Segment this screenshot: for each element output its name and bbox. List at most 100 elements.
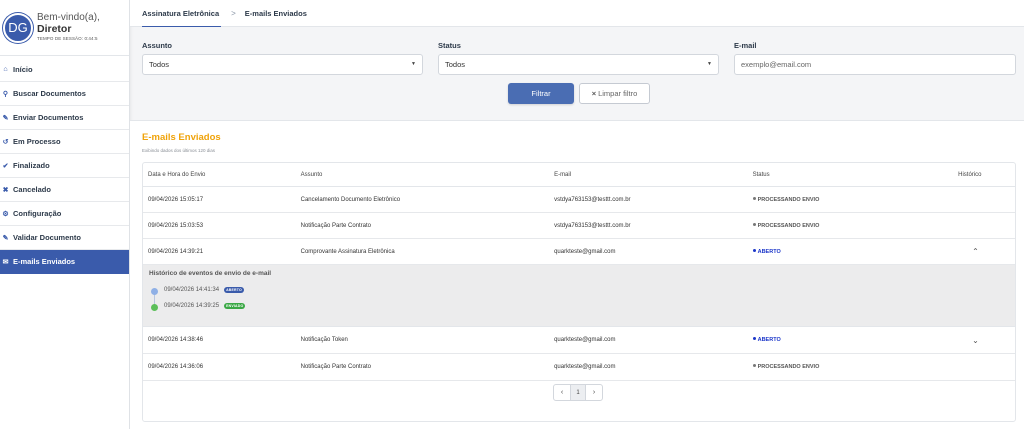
send-document-icon: ✎ — [2, 114, 9, 122]
sidebar-item-label: Cancelado — [13, 185, 51, 194]
status-badge: PROCESSANDO ENVIO — [752, 364, 819, 370]
subject-filter: Assunto Todos ▼ — [142, 41, 423, 75]
history-event-datetime: 09/04/2026 14:39:25 — [164, 303, 220, 309]
sidebar-item-em-processo[interactable]: ↺ Em Processo — [0, 130, 129, 154]
sidebar-item-label: Início — [13, 65, 33, 74]
pagination: ‹ 1 › — [553, 384, 603, 401]
status-badge: ENVIADO — [224, 303, 246, 309]
sidebar: DG Bem-vindo(a), Diretor TEMPO DE SESSÃO… — [0, 0, 130, 429]
sidebar-item-validar-documento[interactable]: ✎ Validar Documento — [0, 226, 129, 250]
sidebar-item-label: Configuração — [13, 209, 62, 218]
sidebar-item-emails-enviados[interactable]: ✉ E-mails Enviados — [0, 250, 129, 274]
validate-document-icon: ✎ — [2, 234, 9, 242]
history-event: 09/04/2026 14:39:25 ENVIADO — [164, 303, 246, 309]
gear-icon: ⚙ — [2, 210, 9, 218]
user-info: Bem-vindo(a), Diretor TEMPO DE SESSÃO: 0… — [37, 13, 100, 41]
table-row[interactable]: 09/04/2026 14:36:06 Notificação Parte Co… — [143, 354, 1015, 381]
cell-datetime: 09/04/2026 15:05:17 — [148, 196, 204, 203]
close-icon: × — [591, 89, 597, 98]
cell-email: quarkteste@gmail.com — [554, 337, 616, 343]
sidebar-item-label: Validar Documento — [13, 233, 81, 242]
page-button-current[interactable]: 1 — [570, 385, 586, 400]
section-title: E-mails Enviados — [142, 132, 221, 143]
cell-subject: Comprovante Assinatura Eletrônica — [300, 248, 395, 255]
home-icon: ⌂ — [3, 66, 8, 73]
sidebar-item-label: Em Processo — [13, 137, 61, 146]
subject-select[interactable]: Todos ▼ — [142, 54, 423, 75]
column-header: Data e Hora do Envio — [148, 171, 206, 178]
column-header: E-mail — [554, 171, 572, 178]
table-row[interactable]: 09/04/2026 14:38:46 Notificação Token qu… — [143, 327, 1015, 354]
sidebar-item-buscar-documentos[interactable]: ⚲ Buscar Documentos — [0, 82, 129, 106]
cell-datetime: 09/04/2026 14:38:46 — [148, 337, 204, 343]
status-badge: PROCESSANDO ENVIO — [752, 197, 819, 203]
status-select-value: Todos — [445, 60, 466, 69]
sidebar-item-configuracao[interactable]: ⚙ Configuração — [0, 202, 129, 226]
history-event: 09/04/2026 14:41:34 ABERTO — [164, 287, 244, 293]
section-subtitle: Exibindo dados dos últimos 120 dias — [142, 148, 216, 153]
cancel-circle-icon: ✖ — [2, 186, 9, 194]
cell-email: quarkteste@gmail.com — [554, 248, 616, 255]
sidebar-item-cancelado[interactable]: ✖ Cancelado — [0, 178, 129, 202]
cell-datetime: 09/04/2026 15:03:53 — [148, 222, 204, 229]
table-row[interactable]: 09/04/2026 15:03:53 Notificação Parte Co… — [143, 213, 1015, 239]
timeline-dot — [151, 304, 158, 311]
email-input-placeholder: exemplo@email.com — [741, 60, 812, 69]
clear-filter-label: Limpar filtro — [598, 89, 638, 98]
status-label: Status — [438, 41, 461, 50]
prev-page-button[interactable]: ‹ — [554, 385, 570, 400]
subject-select-value: Todos — [149, 60, 170, 69]
cell-email: quarkteste@gmail.com — [554, 364, 616, 370]
avatar[interactable]: DG — [3, 12, 33, 43]
caret-down-icon: ▼ — [411, 61, 416, 67]
sidebar-item-label: Buscar Documentos — [13, 89, 86, 98]
sidebar-item-enviar-documentos[interactable]: ✎ Enviar Documentos — [0, 106, 129, 130]
check-circle-icon: ✔ — [2, 162, 9, 170]
status-badge: PROCESSANDO ENVIO — [752, 223, 819, 229]
sidebar-item-label: Finalizado — [13, 161, 50, 170]
cell-email: vstdya763153@testtt.com.br — [554, 196, 631, 203]
email-history-panel: Histórico de eventos de envio de e-mail … — [143, 265, 1015, 327]
caret-down-icon: ▼ — [707, 61, 712, 67]
column-header: Status — [752, 171, 770, 178]
sidebar-item-label: E-mails Enviados — [13, 257, 76, 266]
email-label: E-mail — [734, 41, 757, 50]
sidebar-item-finalizado[interactable]: ✔ Finalizado — [0, 154, 129, 178]
chevron-right-icon: > — [231, 8, 236, 18]
table-header: Data e Hora do Envio Assunto E-mail Stat… — [143, 163, 1015, 187]
table-row[interactable]: 09/04/2026 14:39:21 Comprovante Assinatu… — [143, 239, 1015, 265]
email-input[interactable]: exemplo@email.com — [734, 54, 1016, 75]
status-badge: ABERTO — [224, 287, 244, 293]
filter-button[interactable]: Filtrar — [508, 83, 574, 104]
search-icon: ⚲ — [2, 90, 9, 98]
emails-section: E-mails Enviados Exibindo dados dos últi… — [130, 120, 1024, 429]
status-select[interactable]: Todos ▼ — [438, 54, 719, 75]
status-filter: Status Todos ▼ — [438, 41, 719, 75]
sidebar-item-inicio[interactable]: ⌂ Início — [0, 58, 129, 82]
cell-subject: Notificação Token — [300, 337, 348, 343]
table-row[interactable]: 09/04/2026 15:05:17 Cancelamento Documen… — [143, 187, 1015, 213]
user-name: Diretor — [37, 22, 72, 35]
breadcrumb-item-assinatura[interactable]: Assinatura Eletrônica — [142, 0, 222, 27]
status-badge: ABERTO — [752, 249, 781, 255]
column-header: Histórico — [958, 171, 982, 178]
chevron-down-icon[interactable]: ⌄ — [972, 336, 979, 345]
history-event-datetime: 09/04/2026 14:41:34 — [164, 287, 220, 293]
cell-subject: Notificação Parte Contrato — [300, 222, 372, 229]
email-filter: E-mail exemplo@email.com — [734, 41, 1016, 75]
cell-subject: Cancelamento Documento Eletrônico — [300, 196, 401, 203]
chevron-up-icon[interactable]: ⌃ — [972, 247, 979, 256]
history-title: Histórico de eventos de envio de e-mail — [149, 270, 272, 277]
status-badge: ABERTO — [752, 337, 781, 343]
clear-filter-button[interactable]: × Limpar filtro — [579, 83, 650, 104]
sidebar-item-label: Enviar Documentos — [13, 113, 84, 122]
cell-datetime: 09/04/2026 14:39:21 — [148, 248, 204, 255]
subject-label: Assunto — [142, 41, 172, 50]
breadcrumb: Assinatura Eletrônica > E-mails Enviados — [130, 0, 1024, 27]
breadcrumb-item-current: E-mails Enviados — [244, 8, 307, 18]
next-page-button[interactable]: › — [586, 385, 602, 400]
envelope-icon: ✉ — [2, 258, 9, 266]
session-timer: TEMPO DE SESSÃO: 0:44:5 — [37, 35, 98, 41]
timeline-dot — [151, 288, 158, 295]
emails-table: Data e Hora do Envio Assunto E-mail Stat… — [142, 162, 1016, 422]
